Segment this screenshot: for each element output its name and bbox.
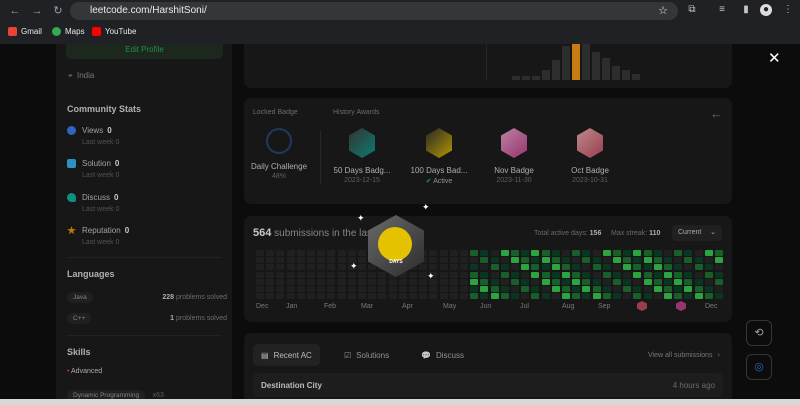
close-icon[interactable]: ✕ xyxy=(768,49,781,67)
url-text: leetcode.com/HarshitSoni/ xyxy=(90,5,207,16)
forward-icon[interactable]: → xyxy=(30,4,44,18)
100-days-badge-icon: DAYS xyxy=(368,215,424,277)
address-bar[interactable]: leetcode.com/HarshitSoni/ ☆ xyxy=(70,2,678,20)
badge-label: DAYS xyxy=(389,259,403,265)
sparkle-icon: ✦ xyxy=(427,271,435,281)
badge-coin xyxy=(378,227,412,261)
sparkle-icon: ✦ xyxy=(357,213,365,223)
back-icon[interactable]: ← xyxy=(8,4,22,18)
avatar[interactable]: ● xyxy=(760,4,772,16)
sparkle-icon: ✦ xyxy=(422,202,430,212)
media-icon[interactable]: ≡ xyxy=(716,4,728,16)
bookmark-youtube[interactable]: YouTube xyxy=(92,27,136,36)
browser-chrome: ← → ↻ leetcode.com/HarshitSoni/ ☆ ⧉ ≡ ▮ … xyxy=(0,0,800,44)
taskbar xyxy=(0,399,800,405)
bookmark-gmail[interactable]: Gmail xyxy=(8,27,42,36)
sidepanel-icon[interactable]: ▮ xyxy=(740,4,752,16)
badge-overlay[interactable]: ✕ DAYS ✦ ✦ ✦ ✦ xyxy=(0,44,800,399)
bookmark-maps[interactable]: Maps xyxy=(52,27,85,36)
reload-icon[interactable]: ↻ xyxy=(51,4,65,18)
menu-icon[interactable]: ⋮ xyxy=(782,4,794,16)
star-icon[interactable]: ☆ xyxy=(658,4,668,17)
extension-icon[interactable]: ⧉ xyxy=(686,4,698,16)
sparkle-icon: ✦ xyxy=(350,261,358,271)
